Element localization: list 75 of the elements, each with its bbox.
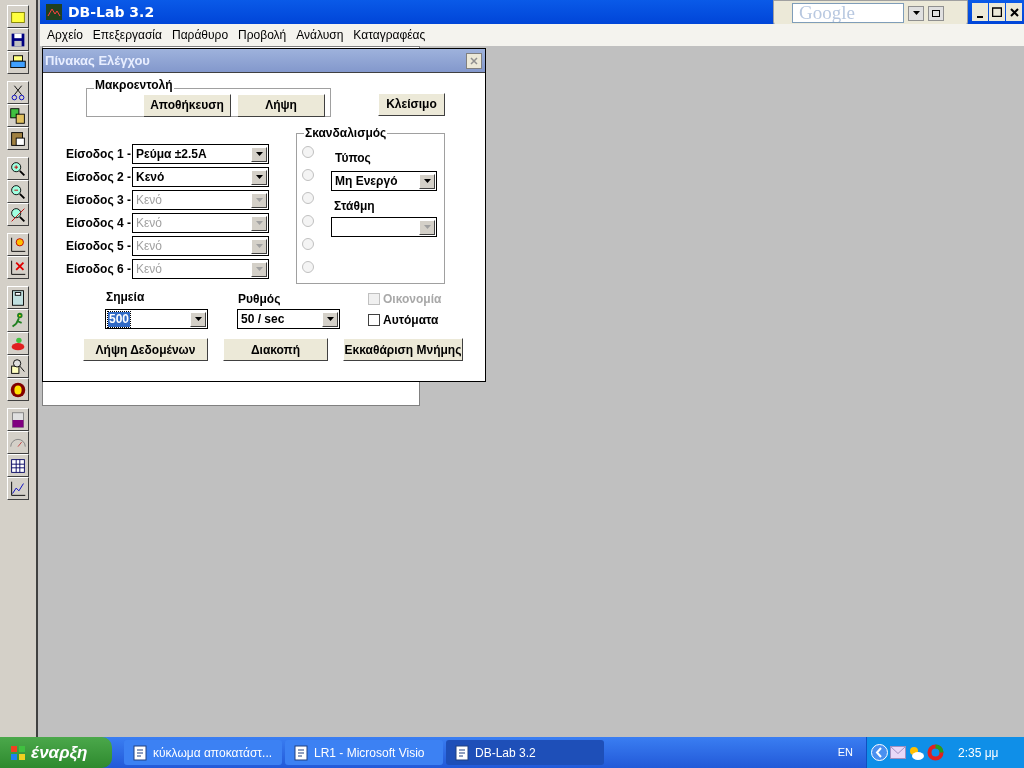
gauge-icon[interactable] [7,431,29,454]
macro-group-label: Μακροεντολή [94,78,174,93]
document-icon [454,744,470,761]
menu-item[interactable]: Επεξεργασία [87,26,167,44]
trigger-group-label: Σκανδαλισμός [304,126,388,141]
stop-button[interactable]: Διακοπή [223,338,328,361]
calculator-icon[interactable] [7,286,29,309]
stop-hand-icon[interactable] [7,378,29,401]
scissors-icon[interactable] [7,81,29,104]
chevron-left-icon[interactable] [871,744,888,761]
document-icon [132,744,148,761]
checkbox-label: Αυτόματα [383,312,439,329]
input-label: Είσοδος 1 - [64,146,132,163]
zoom-out-icon[interactable] [7,180,29,203]
rate-label: Ρυθμός [238,291,282,308]
menu-item[interactable]: Καταγραφέας [348,26,431,44]
input-label: Είσοδος 4 - [64,215,132,232]
document-icon [293,744,309,761]
copy-icon[interactable] [7,104,29,127]
input-label: Είσοδος 6 - [64,261,132,278]
type-select[interactable]: Μη Ενεργό [331,171,437,191]
menu-item[interactable]: Προβολή [233,26,292,44]
load-button[interactable]: Λήψη [237,93,325,117]
acquire-data-button[interactable]: Λήψη Δεδομένων [83,338,208,361]
minimize-icon [977,16,983,18]
dialog-title: Πίνακας Ελέγχου [45,51,150,70]
language-indicator[interactable]: EN [837,744,853,761]
clipboard-icon[interactable] [7,127,29,150]
close-button[interactable] [1006,3,1022,21]
minimize-button[interactable] [972,3,988,21]
rate-select[interactable]: 50 / sec [237,309,340,329]
printer-icon[interactable] [7,51,29,74]
restore-icon[interactable] [928,5,944,21]
start-button[interactable]: έναρξη [0,737,112,768]
windows-logo-icon [10,744,26,761]
checkbox-label: Οικονομία [383,291,442,308]
taskbar-button[interactable]: DB-Lab 3.2 [446,740,604,765]
close-icon [1009,7,1019,17]
zoom-reset-icon[interactable] [7,203,29,226]
runner-icon[interactable] [7,309,29,332]
clear-memory-button[interactable]: Εκκαθάριση Μνήμης [343,338,463,361]
menu-item[interactable]: Ανάλυση [291,26,349,44]
points-label: Σημεία [106,289,146,306]
fill-level-icon[interactable] [7,408,29,431]
window-title: DB-Lab 3.2 [68,2,155,22]
level-label: Στάθμη [334,198,376,215]
clock: 2:35 μμ [958,744,999,762]
points-select[interactable]: 500 [105,309,208,329]
magnifier-icon[interactable] [7,355,29,378]
axes-gear-icon[interactable] [7,233,29,256]
dialog-close-button[interactable] [466,52,482,69]
close-dialog-button[interactable]: Κλείσιμο [378,92,445,116]
zoom-in-icon[interactable] [7,157,29,180]
input-label: Είσοδος 5 - [64,238,132,255]
taskbar-button[interactable]: LR1 - Microsoft Visio [285,740,443,765]
app-logo-icon [46,4,62,20]
maximize-icon [992,7,1002,17]
taskbar-button[interactable]: κύκλωμα αποκατάστ... [124,740,282,765]
input-select[interactable]: Κενό [132,167,269,187]
close-icon [470,56,478,65]
save-button[interactable]: Αποθήκευση [143,93,231,117]
function-graph-icon[interactable] [7,477,29,500]
weather-icon[interactable] [908,744,925,761]
menu-item[interactable]: Παράθυρο [166,26,234,44]
input-select[interactable]: Ρεύμα ±2.5A [132,144,269,164]
folder-icon[interactable] [7,5,29,28]
input-label: Είσοδος 2 - [64,169,132,186]
axes-cross-icon[interactable] [7,256,29,279]
checkbox[interactable] [368,314,380,326]
maximize-button[interactable] [989,3,1005,21]
input-label: Είσοδος 3 - [64,192,132,209]
table-grid-icon[interactable] [7,454,29,477]
blob-icon[interactable] [7,332,29,355]
menu-item[interactable]: Αρχείο [42,26,88,44]
type-label: Τύπος [335,150,372,167]
